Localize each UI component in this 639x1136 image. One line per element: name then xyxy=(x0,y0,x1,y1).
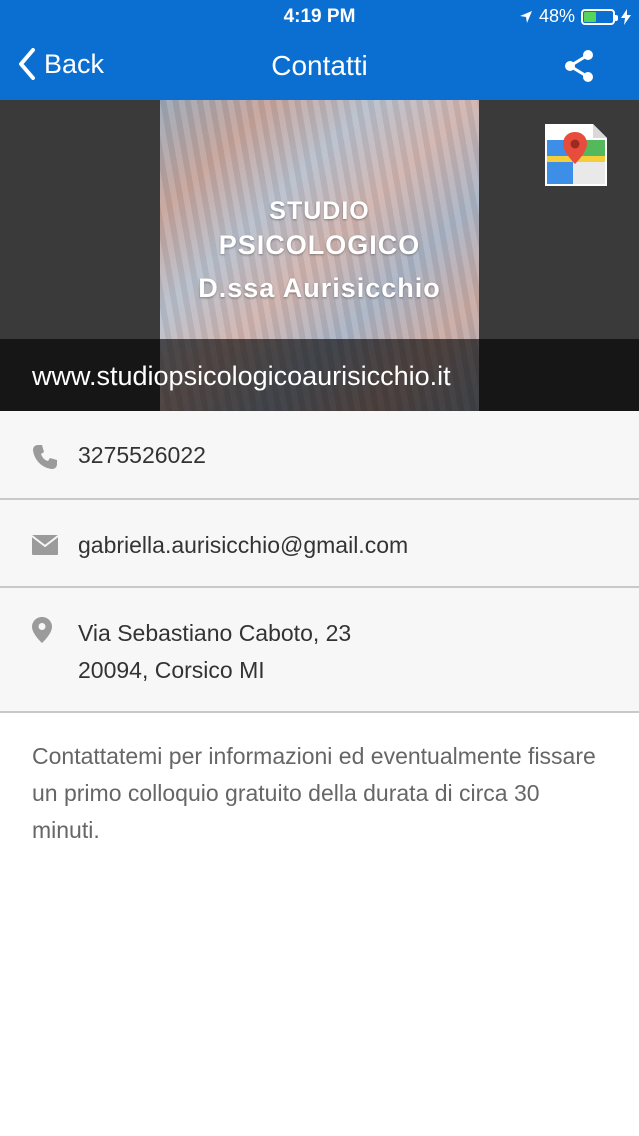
address-city: 20094, Corsico MI xyxy=(78,657,265,683)
page-title: Contatti xyxy=(271,50,368,81)
address-row[interactable]: Via Sebastiano Caboto, 23 20094, Corsico… xyxy=(0,588,639,713)
status-right: 48% xyxy=(519,6,631,27)
studio-name: D.ssa Aurisicchio xyxy=(198,273,441,303)
share-icon xyxy=(565,50,593,82)
website-link[interactable]: www.studiopsicologicoaurisicchio.it xyxy=(32,361,451,392)
maps-icon xyxy=(545,124,607,186)
header-area: STUDIO PSICOLOGICO D.ssa Aurisicchio www… xyxy=(0,100,639,411)
battery-percent: 48% xyxy=(538,6,575,26)
phone-icon xyxy=(33,445,57,469)
battery-fill xyxy=(584,11,597,22)
website-bar[interactable]: www.studiopsicologicoaurisicchio.it xyxy=(0,339,639,411)
status-bar: 4:19 PM 48% xyxy=(0,0,639,34)
battery-icon xyxy=(581,8,618,25)
battery-nub xyxy=(615,14,618,21)
location-arrow-icon xyxy=(519,10,532,23)
studio-title-line2: PSICOLOGICO xyxy=(218,230,421,260)
charging-bolt-icon xyxy=(621,8,631,25)
address-street: Via Sebastiano Caboto, 23 xyxy=(78,620,352,646)
description-text: Contattatemi per informazioni ed eventua… xyxy=(32,743,596,843)
share-button[interactable] xyxy=(561,48,597,84)
phone-number: 3275526022 xyxy=(78,442,206,468)
maps-button[interactable] xyxy=(545,124,607,186)
studio-title-line1: STUDIO xyxy=(269,197,370,225)
email-address: gabriella.aurisicchio@gmail.com xyxy=(78,532,409,558)
mail-icon xyxy=(32,535,58,555)
location-pin-icon xyxy=(32,617,52,643)
email-row[interactable]: gabriella.aurisicchio@gmail.com xyxy=(0,500,639,588)
phone-row[interactable]: 3275526022 xyxy=(0,411,639,500)
nav-bar: Back Contatti xyxy=(0,34,639,100)
